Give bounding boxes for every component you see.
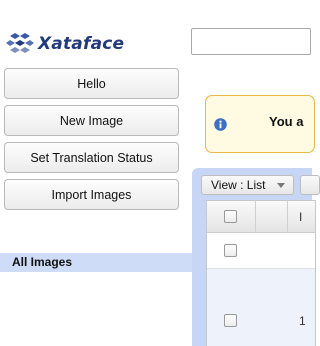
info-icon [214,118,227,131]
set-translation-status-button[interactable]: Set Translation Status [4,142,179,173]
table-cell: 1 [299,314,306,328]
results-table: I 1 [206,200,316,346]
column-divider [255,201,256,233]
row-checkbox[interactable] [224,314,237,327]
hello-button[interactable]: Hello [4,68,179,99]
nav-item-all-images[interactable]: All Images [0,253,192,272]
chevron-down-icon [277,183,285,188]
select-all-checkbox[interactable] [224,210,237,223]
info-message-box: You a [205,95,315,153]
table-row[interactable] [207,233,315,269]
column-header[interactable]: I [299,210,302,224]
view-selector-button[interactable]: View : List [201,175,294,195]
table-header: I [207,201,315,233]
brand-name: Xataface [38,34,125,54]
row-checkbox[interactable] [224,244,237,257]
new-image-button[interactable]: New Image [4,105,179,136]
view-selector-label: View : List [211,178,266,192]
search-input[interactable] [191,28,311,55]
xataface-logo[interactable]: Xataface [6,30,124,58]
column-divider [287,201,288,233]
toolbar-button[interactable] [300,175,320,195]
table-row[interactable]: 1 [207,269,315,346]
import-images-button[interactable]: Import Images [4,179,179,210]
diamond-cluster-icon [6,33,34,53]
info-message-text: You a [269,114,304,129]
